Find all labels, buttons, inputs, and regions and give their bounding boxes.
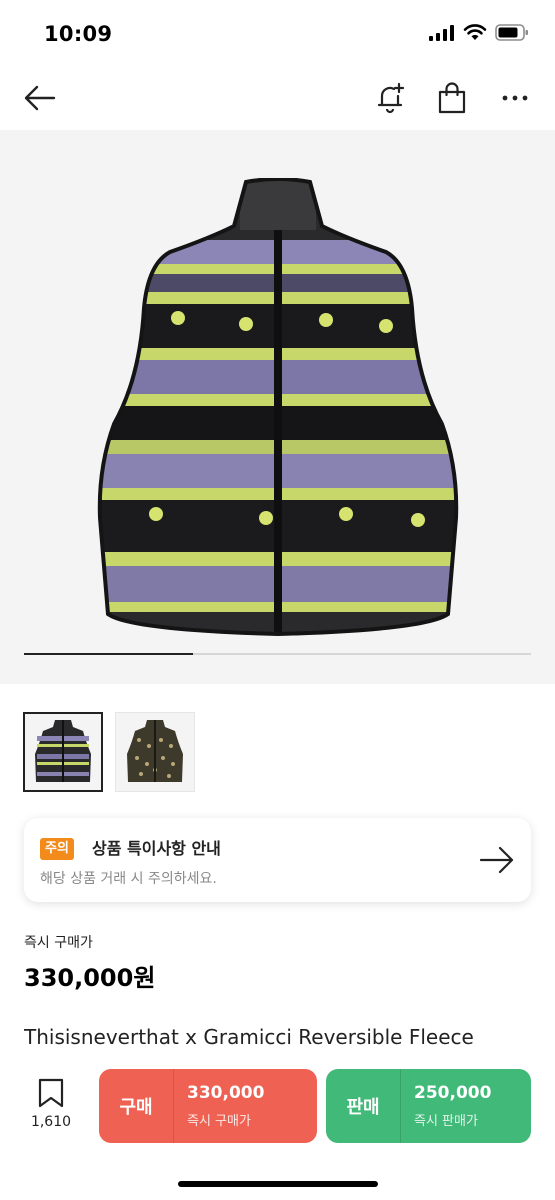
caution-notice-card[interactable]: 주의 상품 특이사항 안내 해당 상품 거래 시 주의하세요. [24,818,531,902]
instant-buy-price: 330,000원 [24,964,156,992]
wishlist-button[interactable]: 1,610 [26,1078,76,1130]
status-time: 10:09 [44,22,113,46]
product-title: Thisisneverthat x Gramicci Reversible Fl… [24,1025,474,1049]
sell-label: 판매 [346,1097,380,1118]
notice-title: 상품 특이사항 안내 [92,839,221,858]
sell-button[interactable]: 판매 250,000 즉시 판매가 [326,1069,531,1143]
status-bar: 10:09 [0,0,555,68]
cellular-signal-icon [429,24,454,41]
more-options-button[interactable] [495,78,535,118]
sell-caption: 즉시 판매가 [414,1114,478,1129]
thumbnail-strip [23,712,195,792]
wifi-icon [463,24,487,40]
status-icons [429,24,529,41]
top-nav [0,68,555,130]
back-arrow-icon [24,85,56,111]
more-dots-icon [502,95,528,101]
fleece-vest-image [97,178,459,637]
bookmark-icon [38,1078,64,1108]
shopping-bag-icon [438,82,466,114]
sell-amount: 250,000 [414,1083,492,1103]
buy-amount: 330,000 [187,1083,265,1103]
home-indicator [178,1181,378,1187]
vest-reverse-thumbnail-image [127,720,183,782]
carousel-progress-fill [24,653,193,655]
sell-divider [400,1069,401,1143]
bell-plus-icon [377,82,405,114]
caution-badge: 주의 [40,838,74,860]
price-alert-button[interactable] [370,78,410,118]
wishlist-count: 1,610 [30,1114,72,1130]
bottom-action-bar: 1,610 구매 330,000 즉시 구매가 판매 250,000 즉시 판매… [0,1056,555,1200]
back-button[interactable] [20,78,60,118]
buy-label: 구매 [119,1097,153,1118]
thumbnail-2[interactable] [115,712,195,792]
arrow-right-icon [479,846,514,874]
carousel-progress-track [24,653,531,655]
buy-divider [173,1069,174,1143]
buy-caption: 즉시 구매가 [187,1114,251,1129]
thumbnail-1[interactable] [23,712,103,792]
instant-buy-price-label: 즉시 구매가 [24,935,93,951]
vest-thumbnail-image [35,720,91,782]
battery-icon [495,24,528,41]
buy-button[interactable]: 구매 330,000 즉시 구매가 [99,1069,317,1143]
product-image-carousel[interactable] [0,130,555,684]
shopping-bag-button[interactable] [432,78,472,118]
notice-subtitle: 해당 상품 거래 시 주의하세요. [40,871,217,887]
